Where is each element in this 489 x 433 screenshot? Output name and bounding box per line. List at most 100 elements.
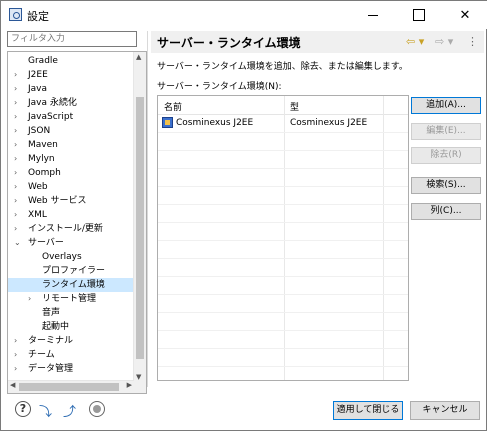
tree-item[interactable]: › ターミナル: [8, 334, 134, 348]
export-icon[interactable]: ⤴: [63, 401, 79, 420]
tree-item[interactable]: 音声: [8, 306, 134, 320]
tree-item-label: Overlays: [42, 252, 82, 262]
title-bar: 設定 ✕: [1, 1, 488, 29]
table-row: [158, 276, 408, 295]
tree-item[interactable]: › Java 永続化: [8, 96, 134, 110]
tree-item[interactable]: › J2EE: [8, 68, 134, 82]
edit-button[interactable]: 編集(E)...: [411, 123, 481, 140]
runtime-table: 名前 型 Cosminexus J2EE Cosminexus J2EE: [157, 95, 409, 381]
tree-item[interactable]: › Java: [8, 82, 134, 96]
column-header-type[interactable]: 型: [290, 100, 299, 113]
collapsed-arrow-icon[interactable]: ›: [14, 208, 17, 222]
columns-button[interactable]: 列(C)...: [411, 203, 481, 220]
footer-bar: ? ⤵ ⤴ 適用して閉じる キャンセル: [1, 389, 488, 431]
forward-nav-icon[interactable]: ⇨ ▾: [435, 35, 453, 48]
help-icon[interactable]: ?: [15, 401, 31, 417]
scroll-left-icon[interactable]: ◀: [10, 381, 15, 389]
close-button[interactable]: ✕: [442, 1, 488, 29]
collapsed-arrow-icon[interactable]: ›: [14, 334, 17, 348]
tree-item[interactable]: › インストール/更新: [8, 222, 134, 236]
column-header-name[interactable]: 名前: [164, 100, 182, 113]
preferences-window: 設定 ✕ › データ管理 › チーム › ターミナル 起動中 音声 › リモート管理ランタイム環境…: [0, 0, 488, 431]
maximize-icon: [413, 9, 425, 21]
eclipse-app-icon: [9, 8, 22, 21]
collapsed-arrow-icon[interactable]: ›: [14, 124, 17, 138]
tree-item[interactable]: › Mylyn: [8, 152, 134, 166]
tree-item-label: リモート管理: [42, 294, 97, 304]
close-icon: ✕: [459, 7, 471, 23]
page-title: サーバー・ランタイム環境: [157, 36, 301, 50]
table-row: [158, 186, 408, 205]
collapsed-arrow-icon[interactable]: ›: [28, 292, 31, 306]
minimize-icon: [368, 14, 378, 16]
tree-item-label: プロファイラー: [42, 266, 106, 276]
runtime-type: Cosminexus J2EE: [290, 118, 368, 128]
table-row[interactable]: Cosminexus J2EE Cosminexus J2EE: [158, 114, 408, 133]
tree-item-label: チーム: [28, 350, 55, 360]
tree-item[interactable]: › Web: [8, 180, 134, 194]
tree-vertical-scrollbar[interactable]: ▲ ▼: [133, 52, 146, 393]
tree-item[interactable]: 起動中: [8, 320, 134, 334]
table-label: サーバー・ランタイム環境(N):: [157, 82, 282, 92]
preference-tree: › データ管理 › チーム › ターミナル 起動中 音声 › リモート管理 ランタイム環境 プロファイ…: [7, 51, 147, 394]
collapsed-arrow-icon[interactable]: ›: [14, 68, 17, 82]
add-button[interactable]: 追加(A)...: [411, 97, 481, 114]
collapsed-arrow-icon[interactable]: ›: [14, 138, 17, 152]
table-row: [158, 132, 408, 151]
collapsed-arrow-icon[interactable]: ›: [14, 362, 17, 376]
tree-item-label: Mylyn: [28, 154, 55, 164]
scroll-thumb[interactable]: [136, 97, 144, 359]
tree-item[interactable]: プロファイラー: [8, 264, 134, 278]
tree-item[interactable]: › JavaScript: [8, 110, 134, 124]
tree-item-label: Java 永続化: [28, 98, 77, 108]
tree-item[interactable]: ⌄ サーバー: [8, 236, 134, 250]
tree-item[interactable]: ランタイム環境: [8, 278, 134, 292]
tree-item[interactable]: › Oomph: [8, 166, 134, 180]
expanded-arrow-icon[interactable]: ⌄: [14, 236, 21, 250]
tree-item[interactable]: › Web サービス: [8, 194, 134, 208]
collapsed-arrow-icon[interactable]: ›: [14, 110, 17, 124]
oomph-icon[interactable]: [89, 401, 105, 417]
panel-divider[interactable]: [147, 31, 148, 387]
table-row: [158, 330, 408, 349]
tree-item-label: XML: [28, 210, 47, 220]
tree-item-label: Java: [28, 84, 48, 94]
back-nav-icon[interactable]: ⇦ ▾: [406, 35, 424, 48]
minimize-button[interactable]: [350, 1, 396, 29]
filter-input[interactable]: [7, 31, 137, 47]
view-menu-icon[interactable]: ⋮: [467, 35, 478, 48]
tree-item-label: JavaScript: [28, 112, 74, 122]
collapsed-arrow-icon[interactable]: ›: [14, 194, 17, 208]
collapsed-arrow-icon[interactable]: ›: [14, 96, 17, 110]
scroll-right-icon[interactable]: ▶: [127, 381, 132, 389]
import-icon[interactable]: ⤵: [39, 401, 55, 420]
tree-item[interactable]: › データ管理: [8, 362, 134, 376]
collapsed-arrow-icon[interactable]: ›: [14, 222, 17, 236]
scroll-down-icon[interactable]: ▼: [136, 373, 141, 381]
tree-item[interactable]: › XML: [8, 208, 134, 222]
tree-item[interactable]: › JSON: [8, 124, 134, 138]
apply-and-close-button[interactable]: 適用して閉じる: [333, 401, 403, 420]
tree-item-label: ランタイム環境: [42, 280, 105, 290]
remove-button[interactable]: 除去(R): [411, 147, 481, 164]
collapsed-arrow-icon[interactable]: ›: [14, 348, 17, 362]
cancel-button[interactable]: キャンセル: [410, 401, 480, 420]
tree-item-label: 音声: [42, 308, 61, 318]
tree-item[interactable]: Overlays: [8, 250, 134, 264]
table-row: [158, 150, 408, 169]
maximize-button[interactable]: [396, 1, 442, 29]
collapsed-arrow-icon[interactable]: ›: [14, 152, 17, 166]
tree-item[interactable]: Gradle: [8, 54, 134, 68]
collapsed-arrow-icon[interactable]: ›: [14, 82, 17, 96]
collapsed-arrow-icon[interactable]: ›: [14, 180, 17, 194]
runtime-name: Cosminexus J2EE: [176, 118, 254, 128]
tree-item[interactable]: › Maven: [8, 138, 134, 152]
right-panel: サーバー・ランタイム環境 ⇦ ▾ ⇨ ▾ ⋮ サーバー・ランタイム環境を追加、除…: [151, 31, 484, 387]
tree-item[interactable]: › リモート管理: [8, 292, 134, 306]
search-button[interactable]: 検索(S)...: [411, 177, 481, 194]
tree-item-label: Web: [28, 182, 48, 192]
tree-item-label: J2EE: [28, 70, 48, 80]
collapsed-arrow-icon[interactable]: ›: [14, 166, 17, 180]
tree-item[interactable]: › チーム: [8, 348, 134, 362]
scroll-up-icon[interactable]: ▲: [136, 53, 141, 61]
